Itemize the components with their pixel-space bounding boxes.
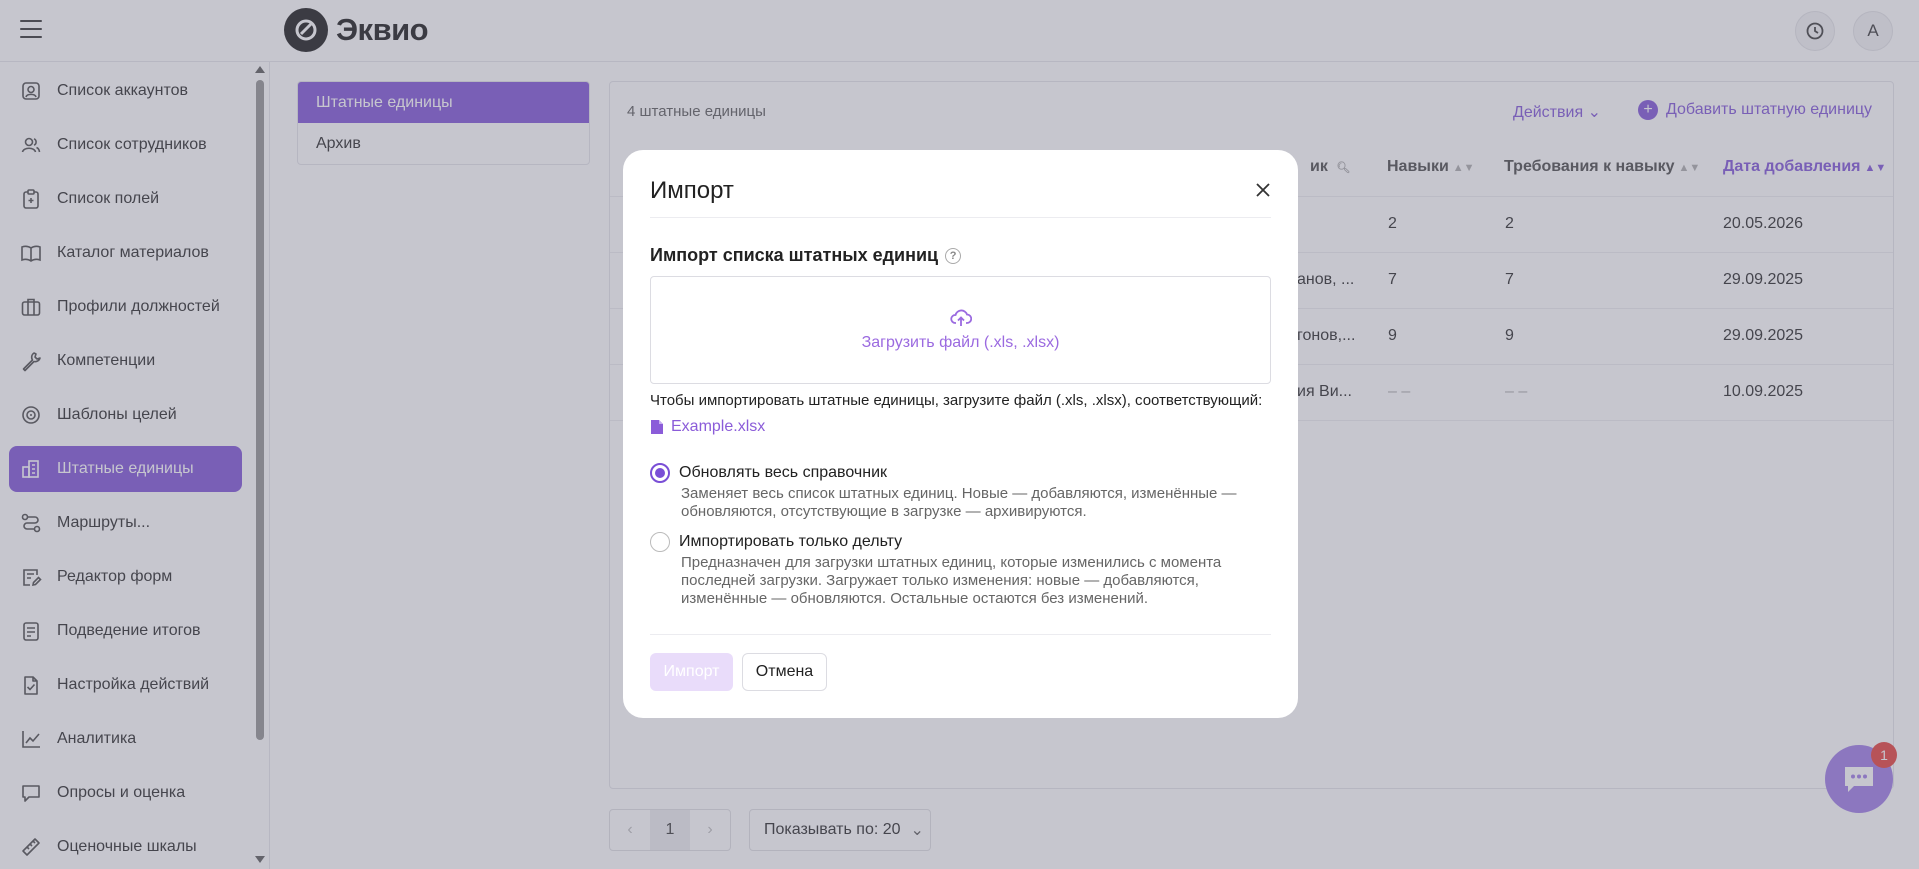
help-icon[interactable]: ?	[945, 247, 962, 264]
option-description: Предназначен для загрузки штатных единиц…	[681, 554, 1241, 608]
option-description-line: Заменяет весь список штатных единиц. Нов…	[681, 485, 1237, 502]
option-description: Заменяет весь список штатных единиц. Нов…	[681, 485, 1241, 521]
import-section-title: Импорт списка штатных единиц ?	[650, 245, 962, 266]
file-icon	[651, 420, 663, 434]
close-icon[interactable]	[1253, 180, 1273, 200]
option-delta-only[interactable]: Импортировать только дельту	[650, 532, 902, 552]
option-title: Обновлять весь справочник	[679, 464, 888, 481]
modal-title: Импорт	[650, 177, 734, 204]
example-file-link[interactable]: Example.xlsx	[650, 418, 765, 436]
upload-cloud-icon	[949, 309, 972, 326]
upload-file-label: Загрузить файл (.xls, .xlsx)	[861, 334, 1060, 351]
import-button[interactable]: Импорт	[650, 653, 733, 691]
import-hint: Чтобы импортировать штатные единицы, заг…	[650, 392, 1263, 409]
modal-divider	[650, 217, 1271, 218]
file-upload-dropzone[interactable]: Загрузить файл (.xls, .xlsx)	[650, 276, 1271, 384]
import-section-label: Импорт списка штатных единиц	[650, 245, 939, 265]
option-update-all[interactable]: Обновлять весь справочник	[650, 463, 887, 483]
option-description-line: последней загрузки. Загружает только изм…	[681, 572, 1199, 589]
cancel-button[interactable]: Отмена	[742, 653, 827, 691]
example-file-name: Example.xlsx	[671, 418, 766, 435]
radio-update-all[interactable]	[650, 463, 670, 483]
option-description-line: обновляются, отсутствующие в загрузке — …	[681, 503, 1087, 520]
option-description-line: Предназначен для загрузки штатных единиц…	[681, 554, 1222, 571]
import-modal: Импорт Импорт списка штатных единиц ? За…	[623, 150, 1298, 718]
option-title: Импортировать только дельту	[679, 533, 903, 550]
modal-footer-divider	[650, 634, 1271, 635]
radio-delta-only[interactable]	[650, 532, 670, 552]
option-description-line: изменённые — обновляются. Остальные оста…	[681, 590, 1149, 607]
